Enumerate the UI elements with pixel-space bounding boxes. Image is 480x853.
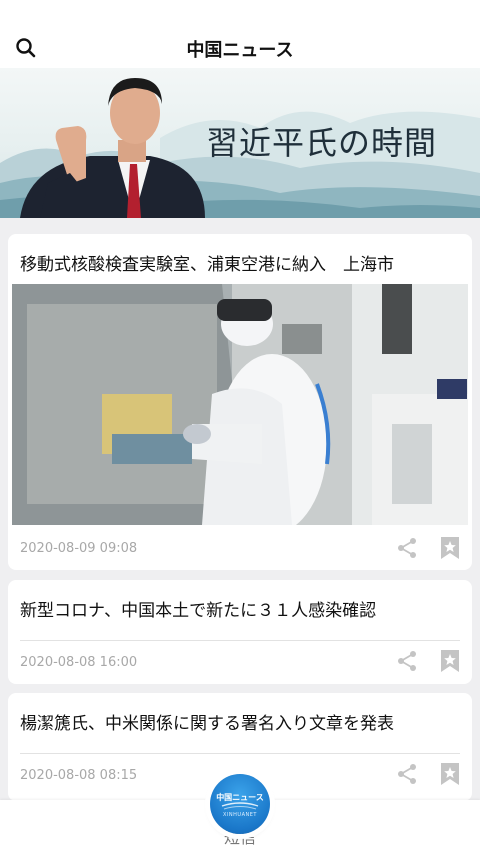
fab-sublabel: XINHUANET	[223, 812, 257, 818]
article-date: 2020-08-08 08:15	[20, 768, 138, 783]
banner-title: 習近平氏の時間	[206, 124, 438, 162]
article-image[interactable]	[12, 284, 468, 525]
top-bar: 中国ニュース	[0, 0, 480, 68]
share-button[interactable]	[396, 650, 418, 672]
fab-label: 中国ニュース	[216, 793, 264, 802]
share-icon	[398, 538, 416, 558]
share-icon	[398, 651, 416, 671]
bookmark-icon	[441, 537, 459, 559]
article-title[interactable]: 新型コロナ、中国本土で新たに３１人感染確認	[20, 596, 376, 621]
bookmark-icon	[441, 650, 459, 672]
bookmark-button[interactable]	[439, 537, 461, 559]
article-date: 2020-08-09 09:08	[20, 541, 138, 556]
app-title: 中国ニュース	[186, 40, 294, 61]
share-icon	[398, 764, 416, 784]
share-button[interactable]	[396, 763, 418, 785]
lab-scene	[12, 284, 468, 525]
bookmark-icon	[441, 763, 459, 785]
article-card[interactable]: 新型コロナ、中国本土で新たに３１人感染確認 2020-08-08 16:00	[8, 580, 472, 684]
bookmark-button[interactable]	[439, 650, 461, 672]
article-card[interactable]: 移動式核酸検査実験室、浦東空港に納入 上海市 2020-08-09 09:08	[8, 234, 472, 570]
divider	[20, 753, 460, 754]
article-title[interactable]: 移動式核酸検査実験室、浦東空港に納入 上海市	[20, 250, 394, 275]
divider	[20, 640, 460, 641]
share-button[interactable]	[396, 537, 418, 559]
article-title[interactable]: 楊潔篪氏、中米関係に関する署名入り文章を発表	[20, 709, 394, 734]
home-logo-icon	[221, 802, 259, 810]
home-logo-button[interactable]: 中国ニュース XINHUANET	[210, 774, 270, 834]
article-date: 2020-08-08 16:00	[20, 655, 138, 670]
bookmark-button[interactable]	[439, 763, 461, 785]
banner[interactable]: 習近平氏の時間	[0, 68, 480, 218]
